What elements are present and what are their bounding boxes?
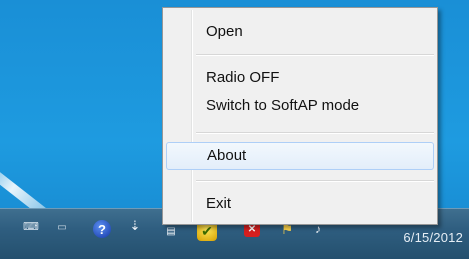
menu-item-switch-softap[interactable]: Switch to SoftAP mode <box>166 92 434 120</box>
menu-item-about[interactable]: About <box>166 142 434 170</box>
help-icon[interactable]: ? <box>93 220 111 238</box>
language-icon[interactable]: ▭ <box>52 220 72 234</box>
usb-icon[interactable]: ⇣ <box>128 217 142 235</box>
system-clock[interactable]: 6/15/2012 <box>345 230 463 245</box>
menu-item-radio-off[interactable]: Radio OFF <box>166 64 434 92</box>
context-menu: Open Radio OFF Switch to SoftAP mode Abo… <box>162 7 438 225</box>
menu-separator <box>196 180 434 182</box>
menu-item-exit[interactable]: Exit <box>166 190 434 218</box>
keyboard-icon[interactable]: ⌨ <box>22 219 40 233</box>
menu-separator <box>196 54 434 56</box>
menu-item-open[interactable]: Open <box>166 18 434 46</box>
menu-separator <box>196 132 434 134</box>
network-icon[interactable]: ▤ <box>160 223 182 239</box>
